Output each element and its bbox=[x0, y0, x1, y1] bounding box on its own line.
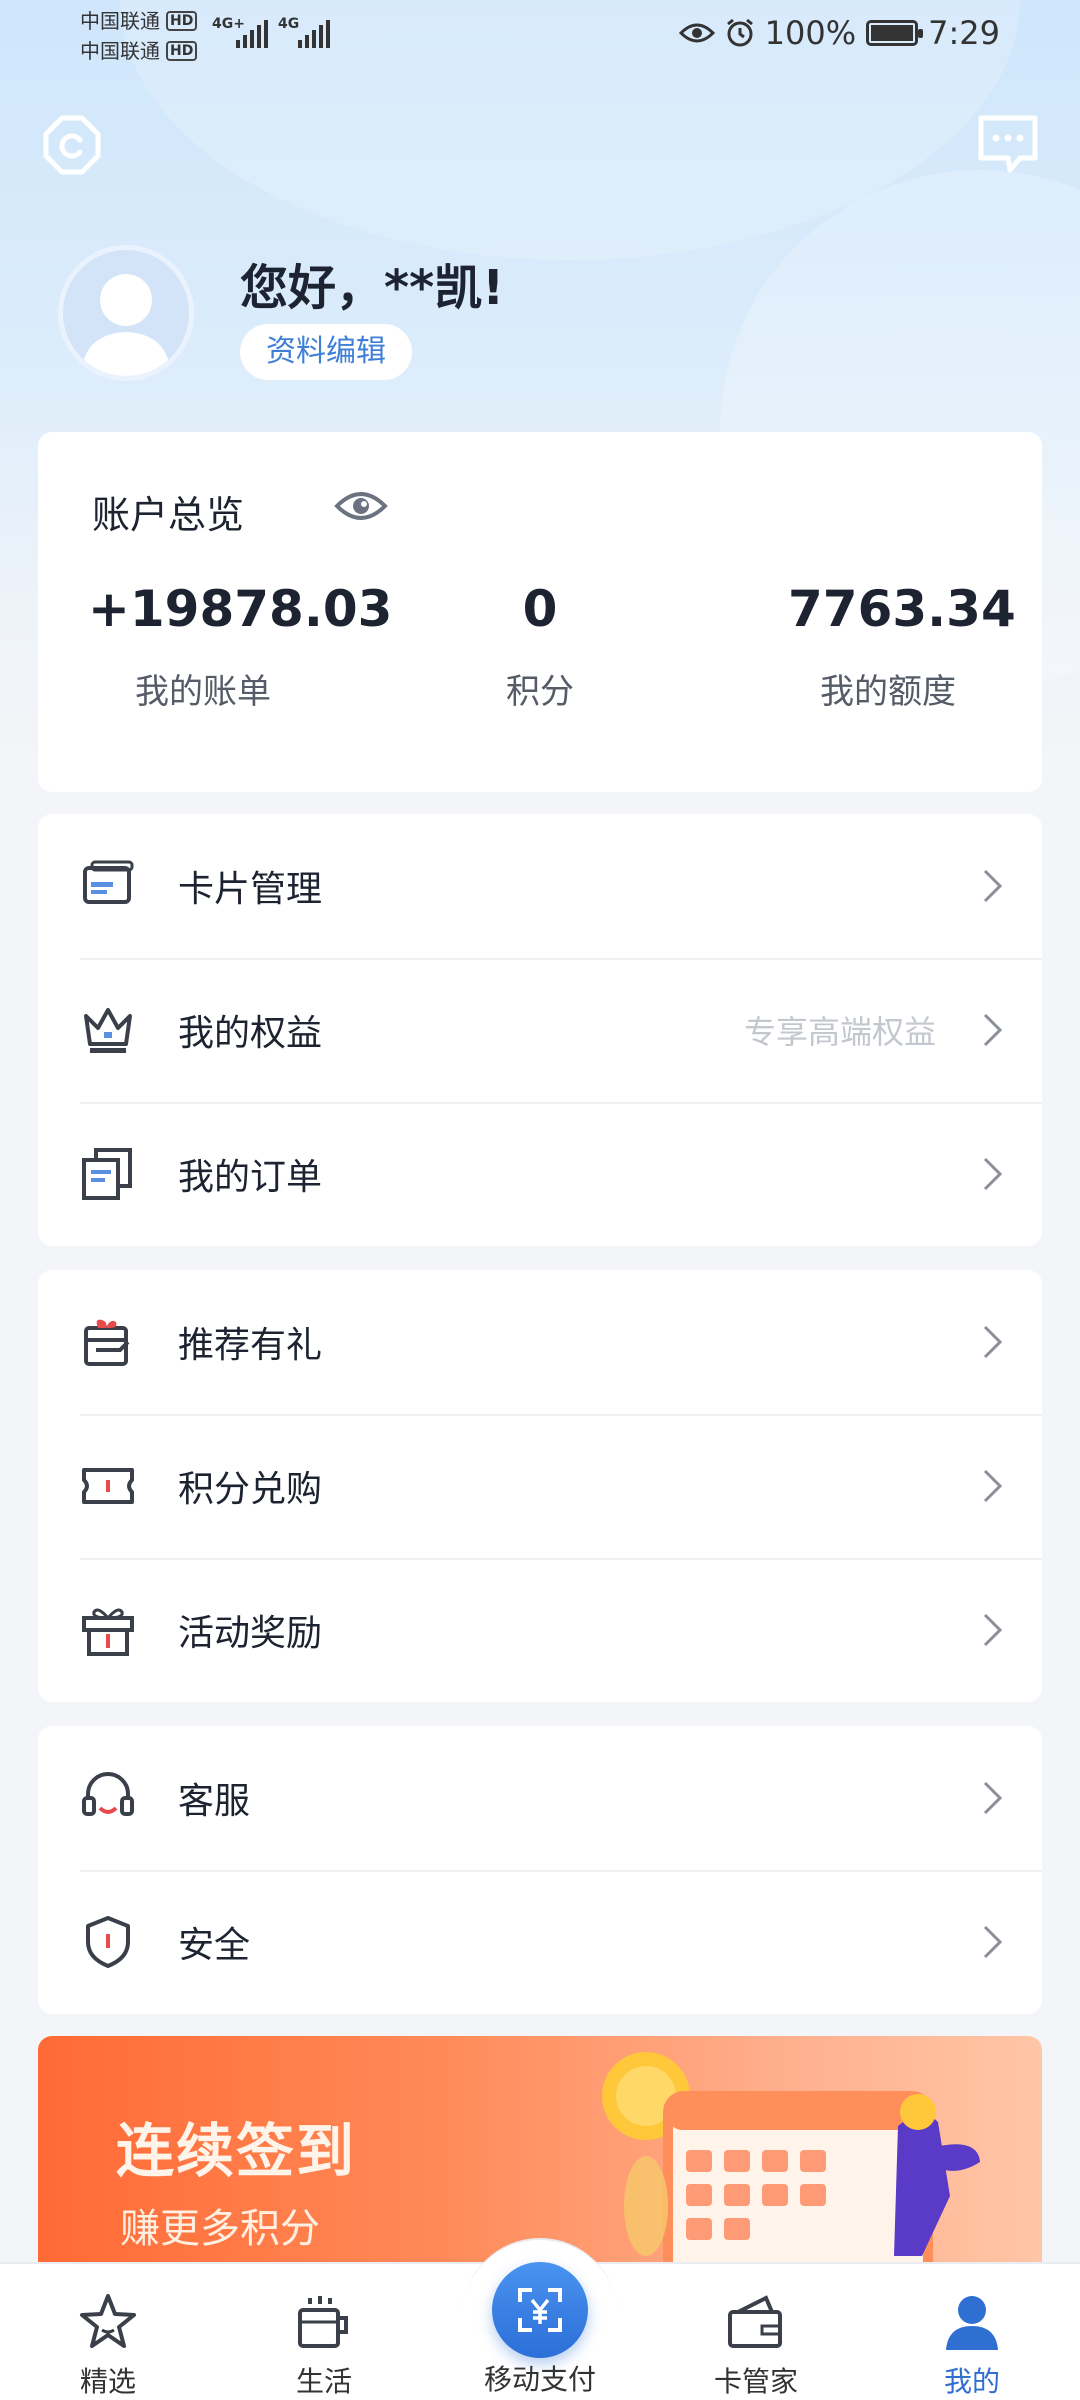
banner-subtitle: 赚更多积分 bbox=[120, 2206, 320, 2252]
menu-label: 我的订单 bbox=[178, 1157, 323, 1198]
chevron-right-icon bbox=[983, 869, 1003, 903]
calendar-illustration bbox=[602, 2052, 980, 2266]
network-type-2: 4G bbox=[278, 16, 300, 32]
chevron-right-icon bbox=[983, 1325, 1003, 1359]
eye-status-icon bbox=[678, 23, 715, 43]
bill-label: 我的账单 bbox=[135, 672, 271, 712]
menu-item-referral[interactable]: 推荐有礼 bbox=[38, 1270, 1042, 1414]
tab-card-manager[interactable]: 卡管家 bbox=[648, 2264, 864, 2400]
cup-icon bbox=[298, 2296, 348, 2348]
ticket-icon bbox=[82, 1468, 134, 1504]
card-icon bbox=[83, 860, 134, 904]
battery-icon bbox=[866, 20, 924, 46]
user-icon bbox=[946, 2296, 998, 2350]
tab-label: 生活 bbox=[295, 2365, 352, 2398]
menu-item-customer-service[interactable]: 客服 bbox=[38, 1726, 1042, 1870]
signal-icon bbox=[298, 18, 330, 48]
points-label: 积分 bbox=[506, 672, 574, 712]
referral-icon bbox=[84, 1319, 130, 1366]
menu-item-card-management[interactable]: 卡片管理 bbox=[38, 814, 1042, 958]
chevron-right-icon bbox=[983, 1925, 1003, 1959]
overview-title: 账户总览 bbox=[92, 493, 245, 537]
headset-icon bbox=[82, 1772, 134, 1816]
settings-icon bbox=[43, 115, 101, 175]
menu-group-support: 客服 安全 bbox=[38, 1726, 1042, 2014]
shield-icon bbox=[86, 1916, 130, 1968]
menu-label: 我的权益 bbox=[178, 1013, 323, 1054]
tab-label[interactable]: 移动支付 bbox=[432, 2358, 648, 2398]
chevron-right-icon bbox=[983, 1613, 1003, 1647]
star-icon bbox=[80, 2294, 136, 2348]
checkin-banner[interactable]: 连续签到 赚更多积分 bbox=[38, 2036, 1042, 2266]
overview-credit[interactable]: 7763.34 我的额度 bbox=[788, 580, 1016, 713]
crown-icon bbox=[84, 1008, 132, 1053]
scan-pay-icon bbox=[518, 2288, 562, 2332]
chevron-right-icon bbox=[983, 1469, 1003, 1503]
tab-life[interactable]: 生活 bbox=[216, 2264, 432, 2400]
menu-label: 活动奖励 bbox=[178, 1613, 323, 1654]
menu-group-rewards: 推荐有礼 积分兑购 活动奖励 bbox=[38, 1270, 1042, 1702]
orders-icon bbox=[82, 1148, 132, 1200]
menu-item-orders[interactable]: 我的订单 bbox=[38, 1102, 1042, 1246]
status-bar: 中国联通 HD 中国联通 HD 4G+ 4G 100% 7:29 bbox=[0, 0, 1080, 70]
bill-value: +19878.03 bbox=[88, 580, 393, 638]
carrier-info: 中国联通 HD 中国联通 HD bbox=[80, 6, 198, 66]
tab-featured[interactable]: 精选 bbox=[0, 2264, 216, 2400]
menu-group-account: 卡片管理 我的权益 专享高端权益 我的订单 bbox=[38, 814, 1042, 1246]
tab-label: 卡管家 bbox=[713, 2365, 798, 2398]
menu-item-points-redeem[interactable]: 积分兑购 bbox=[38, 1414, 1042, 1558]
menu-label: 安全 bbox=[178, 1925, 251, 1966]
alarm-icon bbox=[726, 18, 753, 47]
greeting: 您好，**凯! bbox=[240, 260, 505, 316]
settings-button[interactable] bbox=[40, 114, 104, 178]
edit-profile-button[interactable]: 资料编辑 bbox=[240, 324, 412, 380]
banner-title: 连续签到 bbox=[116, 2117, 357, 2185]
clock: 7:29 bbox=[928, 14, 1000, 52]
tab-label: 精选 bbox=[79, 2365, 136, 2398]
menu-label: 客服 bbox=[178, 1781, 251, 1822]
overview-bill[interactable]: +19878.03 我的账单 bbox=[88, 580, 393, 713]
chevron-right-icon bbox=[983, 1013, 1003, 1047]
benefits-hint: 专享高端权益 bbox=[743, 1013, 936, 1051]
menu-item-security[interactable]: 安全 bbox=[38, 1870, 1042, 2014]
hd-badge: HD bbox=[166, 11, 198, 31]
battery-percent: 100% bbox=[764, 14, 857, 52]
message-icon bbox=[978, 115, 1038, 173]
menu-label: 积分兑购 bbox=[178, 1469, 323, 1510]
points-value: 0 bbox=[522, 580, 558, 638]
eye-icon bbox=[334, 492, 388, 520]
overview-points[interactable]: 0 积分 bbox=[465, 580, 615, 713]
credit-value: 7763.34 bbox=[788, 580, 1016, 638]
message-button[interactable] bbox=[976, 112, 1040, 176]
carrier-2: 中国联通 bbox=[80, 39, 160, 63]
menu-label: 卡片管理 bbox=[178, 869, 323, 910]
menu-item-benefits[interactable]: 我的权益 专享高端权益 bbox=[38, 958, 1042, 1102]
toggle-visibility-button[interactable] bbox=[334, 486, 388, 530]
chevron-right-icon bbox=[983, 1781, 1003, 1815]
tab-label: 我的 bbox=[943, 2365, 1000, 2398]
gift-icon bbox=[82, 1608, 134, 1656]
wallet-icon bbox=[728, 2295, 782, 2348]
menu-label: 推荐有礼 bbox=[178, 1325, 323, 1366]
tab-mine[interactable]: 我的 bbox=[864, 2264, 1080, 2400]
tab-mobile-pay[interactable] bbox=[492, 2262, 588, 2358]
signal-icon bbox=[236, 18, 268, 48]
menu-item-activity-rewards[interactable]: 活动奖励 bbox=[38, 1558, 1042, 1702]
chevron-right-icon bbox=[983, 1157, 1003, 1191]
credit-label: 我的额度 bbox=[820, 672, 956, 712]
user-silhouette-icon bbox=[81, 274, 171, 376]
avatar[interactable] bbox=[58, 245, 194, 381]
carrier-1: 中国联通 bbox=[80, 9, 160, 33]
account-overview-card: 账户总览 +19878.03 我的账单 0 积分 7763.34 我的额度 bbox=[38, 432, 1042, 792]
hd-badge: HD bbox=[166, 41, 198, 61]
